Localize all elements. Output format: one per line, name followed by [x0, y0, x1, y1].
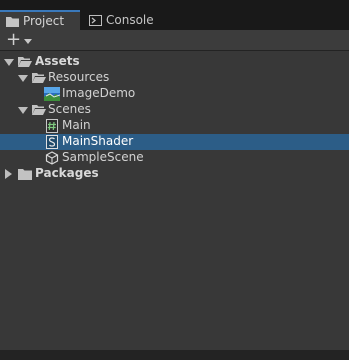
folder-open-icon: [32, 72, 46, 84]
expand-arrow-icon[interactable]: [5, 169, 12, 179]
tree-item-label: Resources: [48, 70, 110, 84]
tree-item-resources[interactable]: Resources: [0, 70, 349, 86]
plus-icon: +: [6, 29, 22, 50]
folder-icon: [18, 168, 32, 180]
tab-bar: Project Console: [0, 0, 349, 30]
image-asset-icon: [44, 87, 61, 101]
unity-scene-icon: [45, 151, 59, 165]
expand-arrow-icon[interactable]: [4, 59, 14, 66]
folder-open-icon: [32, 104, 46, 116]
shader-icon: [46, 135, 58, 149]
caret-down-icon: [24, 38, 33, 44]
tab-console-label: Console: [106, 13, 154, 27]
tree-item-samplescene[interactable]: SampleScene: [0, 150, 349, 166]
project-toolbar: +: [0, 30, 349, 51]
folder-icon: [6, 16, 19, 27]
console-icon: [89, 14, 102, 26]
tree-item-label: Scenes: [48, 102, 91, 116]
tree-item-label: ImageDemo: [62, 86, 136, 100]
tab-project[interactable]: Project: [0, 10, 80, 30]
tree-item-assets[interactable]: Assets: [0, 54, 349, 70]
tab-console[interactable]: Console: [83, 10, 183, 30]
expand-arrow-icon[interactable]: [18, 107, 28, 114]
tree-item-label: SampleScene: [62, 150, 144, 164]
tree-item-mainshader[interactable]: MainShader: [0, 134, 349, 150]
tree-item-main[interactable]: Main: [0, 118, 349, 134]
tree-item-label: Main: [62, 118, 91, 132]
tree-item-label: Packages: [35, 166, 99, 180]
folder-open-icon: [18, 56, 32, 68]
create-button[interactable]: +: [4, 31, 34, 49]
bottom-bar: [0, 350, 349, 360]
tree-item-label: MainShader: [62, 134, 134, 148]
tree-item-scenes[interactable]: Scenes: [0, 102, 349, 118]
csharp-script-icon: [46, 119, 58, 133]
expand-arrow-icon[interactable]: [18, 75, 28, 82]
tree-item-imagedemo[interactable]: ImageDemo: [0, 86, 349, 102]
tree-item-label: Assets: [35, 54, 80, 68]
tab-project-label: Project: [23, 14, 65, 28]
tree-item-packages[interactable]: Packages: [0, 166, 349, 182]
